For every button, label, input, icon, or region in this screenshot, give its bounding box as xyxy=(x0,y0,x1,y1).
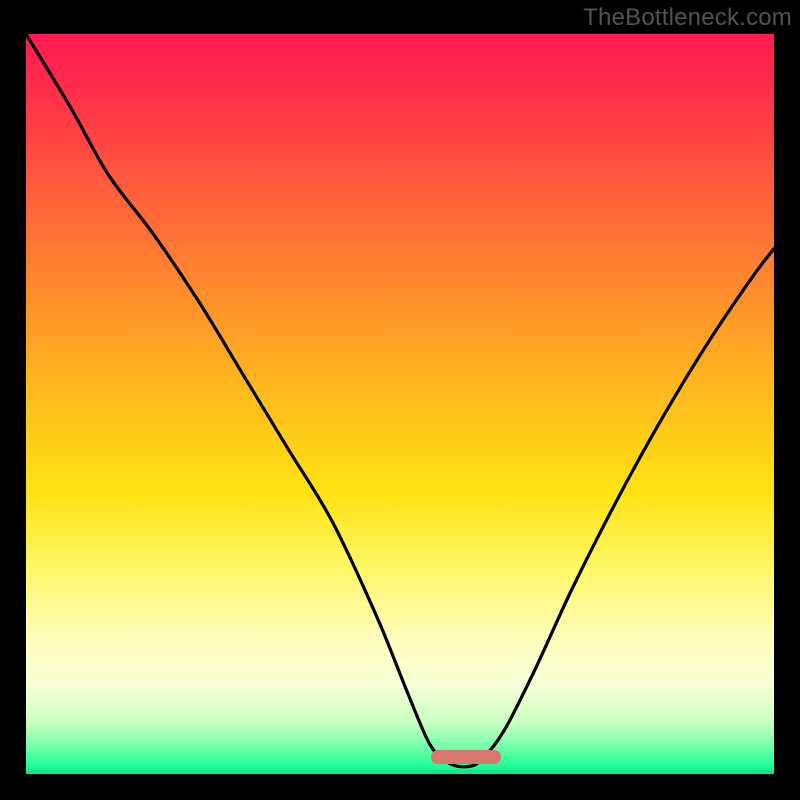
bottleneck-curve xyxy=(26,34,774,774)
plot-area xyxy=(26,34,774,774)
watermark-text: TheBottleneck.com xyxy=(583,4,792,32)
chart-frame: TheBottleneck.com xyxy=(0,0,800,800)
optimal-range-marker xyxy=(431,750,501,764)
